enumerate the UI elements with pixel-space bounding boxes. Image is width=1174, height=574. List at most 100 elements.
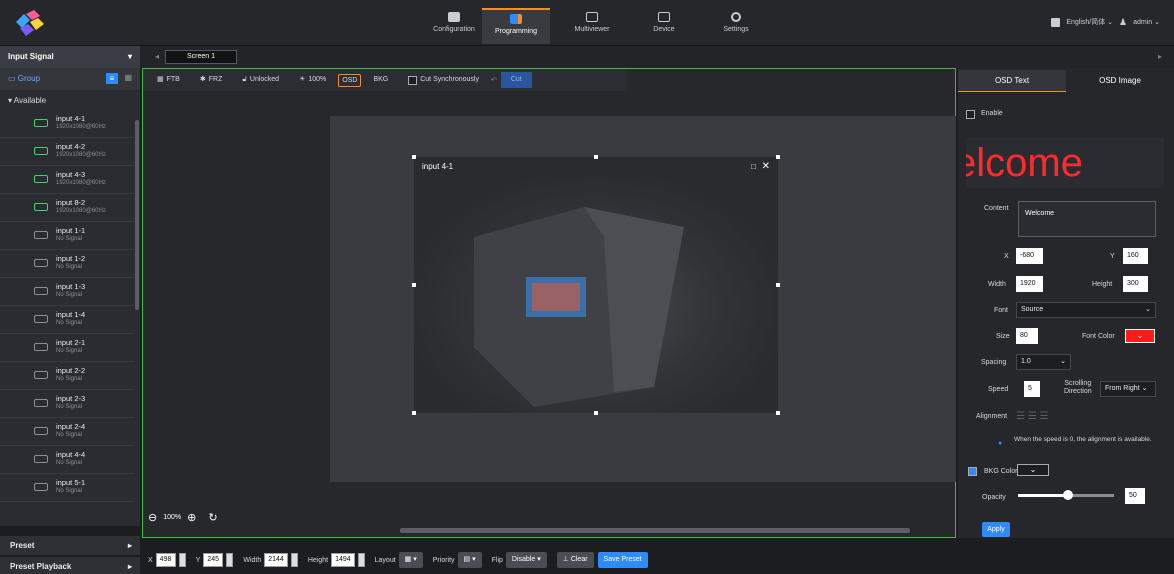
input-source-item[interactable]: input 4-1 1920x1080@60Hz: [0, 110, 134, 138]
nav-tab-multiviewer[interactable]: Multiviewer: [558, 8, 626, 44]
input-source-item[interactable]: input 2-1 No Signal: [0, 334, 134, 362]
input-source-status: 1920x1080@60Hz: [56, 180, 106, 186]
save-preset-button[interactable]: Save Preset: [597, 552, 648, 568]
resize-handle[interactable]: [776, 283, 780, 287]
grid-view-icon[interactable]: ▦: [124, 73, 132, 82]
input-source-item[interactable]: input 4-3 1920x1080@60Hz: [0, 166, 134, 194]
resize-handle[interactable]: [412, 411, 416, 415]
input-source-name: input 4-2: [56, 142, 86, 151]
input-source-item[interactable]: input 1-3 No Signal: [0, 278, 134, 306]
chevron-down-icon: ⌄: [1145, 306, 1151, 313]
x-input[interactable]: 498: [155, 553, 176, 567]
input-source-item[interactable]: input 4-2 1920x1080@60Hz: [0, 138, 134, 166]
resize-handle[interactable]: [776, 155, 780, 159]
resize-handle[interactable]: [412, 155, 416, 159]
available-group[interactable]: ▾ Available: [0, 94, 140, 108]
tab-osd-text[interactable]: OSD Text: [958, 70, 1066, 92]
list-view-icon[interactable]: ≡: [106, 73, 118, 84]
alignment-buttons[interactable]: ☰ ☰ ☰: [1016, 411, 1048, 422]
tab-osd-image[interactable]: OSD Image: [1066, 70, 1174, 92]
osd-x-input[interactable]: -680: [1016, 248, 1043, 264]
group-header[interactable]: ▭ Group ≡ ▦: [0, 68, 140, 90]
height-stepper[interactable]: [357, 553, 365, 567]
cut-button[interactable]: Cut: [500, 72, 532, 88]
input-source-name: input 4-3: [56, 170, 86, 179]
tab-screen-1[interactable]: Screen 1: [165, 50, 237, 64]
language-select[interactable]: English/简体 ⌄: [1066, 17, 1113, 27]
maximize-icon[interactable]: □: [751, 162, 756, 171]
width-input[interactable]: 2144: [264, 553, 288, 567]
enable-checkbox[interactable]: [966, 110, 975, 119]
snowflake-icon: ✱: [199, 76, 206, 83]
apply-button[interactable]: Apply: [982, 522, 1010, 537]
close-icon[interactable]: ✕: [762, 161, 770, 172]
content-label: Content: [984, 205, 1009, 212]
font-color-picker[interactable]: ⌄: [1125, 329, 1155, 343]
nav-tab-device[interactable]: Device: [630, 8, 698, 44]
zoom-in-icon[interactable]: ⊕: [187, 511, 196, 524]
input-source-item[interactable]: input 4-4 No Signal: [0, 446, 134, 474]
bkg-color-checkbox[interactable]: [968, 467, 977, 476]
user-menu[interactable]: admin ⌄: [1133, 18, 1160, 26]
input-signal-header[interactable]: Input Signal ▾: [0, 46, 140, 68]
left-scrollbar[interactable]: [135, 120, 139, 310]
resize-handle[interactable]: [594, 411, 598, 415]
osd-y-input[interactable]: 160: [1123, 248, 1148, 264]
settings-gear-icon: [731, 12, 741, 22]
cut-synchronously-toggle[interactable]: Cut Synchronously: [400, 72, 487, 88]
chevron-down-icon: ⌄: [1060, 358, 1066, 365]
bkg-button[interactable]: BKG: [365, 72, 396, 88]
frz-button[interactable]: ✱ FRZ: [192, 72, 230, 88]
opacity-input[interactable]: 50: [1125, 488, 1145, 504]
flip-select[interactable]: Disable ▾: [505, 552, 547, 568]
y-label: Y: [1110, 253, 1115, 260]
input-source-item[interactable]: input 5-1 No Signal: [0, 474, 134, 502]
nav-tab-configuration[interactable]: Configuration: [420, 8, 488, 44]
ftb-button[interactable]: ▦ FTB: [149, 72, 188, 88]
zoom-out-icon[interactable]: ⊖: [148, 511, 157, 524]
bkg-color-picker[interactable]: ⌄: [1017, 464, 1049, 476]
font-select[interactable]: Source ⌄: [1016, 302, 1156, 318]
input-source-item[interactable]: input 1-4 No Signal: [0, 306, 134, 334]
brightness-button[interactable]: ☀ 100%: [291, 72, 334, 88]
nav-tab-settings[interactable]: Settings: [702, 8, 770, 44]
input-source-status: No Signal: [56, 320, 83, 326]
width-stepper[interactable]: [290, 553, 298, 567]
font-size-input[interactable]: 80: [1016, 328, 1038, 344]
osd-button[interactable]: OSD: [338, 73, 362, 87]
speed-input[interactable]: 5: [1024, 381, 1040, 397]
reset-zoom-icon[interactable]: ↻: [208, 511, 217, 524]
canvas-horizontal-scrollbar[interactable]: [400, 528, 910, 533]
resize-handle[interactable]: [412, 283, 416, 287]
spacing-select[interactable]: 1.0 ⌄: [1016, 354, 1071, 370]
resize-handle[interactable]: [594, 155, 598, 159]
window-title-bar[interactable]: input 4-1 □ ✕: [414, 157, 778, 177]
input-source-item[interactable]: input 2-3 No Signal: [0, 390, 134, 418]
priority-dropdown[interactable]: ▤ ▾: [457, 552, 482, 568]
clear-button[interactable]: ⊥ Clear: [556, 552, 594, 568]
osd-height-input[interactable]: 300: [1123, 276, 1148, 292]
preset-playback-section[interactable]: Preset Playback ▸: [0, 557, 140, 574]
resize-handle[interactable]: [776, 411, 780, 415]
save-icon[interactable]: [1051, 17, 1061, 27]
input-source-item[interactable]: input 2-2 No Signal: [0, 362, 134, 390]
lock-button[interactable]: 🔓︎ Unlocked: [234, 72, 287, 88]
preset-section[interactable]: Preset ▸: [0, 536, 140, 555]
input-source-item[interactable]: input 1-1 No Signal: [0, 222, 134, 250]
layout-dropdown[interactable]: ▦ ▾: [398, 552, 423, 568]
x-stepper[interactable]: [178, 553, 186, 567]
tab-scroll-right-icon[interactable]: ▸: [1158, 52, 1162, 61]
undo-icon[interactable]: ↶: [491, 76, 497, 84]
content-textarea[interactable]: Welcome: [1018, 201, 1156, 237]
tab-scroll-left-icon[interactable]: ◂: [155, 52, 159, 61]
opacity-slider-handle[interactable]: [1063, 490, 1073, 500]
height-input[interactable]: 1494: [331, 553, 355, 567]
nav-tab-programming[interactable]: Programming: [482, 8, 550, 44]
osd-width-input[interactable]: 1920: [1016, 276, 1043, 292]
input-source-item[interactable]: input 2-4 No Signal: [0, 418, 134, 446]
y-input[interactable]: 245: [203, 553, 224, 567]
input-source-item[interactable]: input 8-2 1920x1080@60Hz: [0, 194, 134, 222]
input-source-item[interactable]: input 1-2 No Signal: [0, 250, 134, 278]
y-stepper[interactable]: [226, 553, 234, 567]
scrolling-direction-select[interactable]: From Right ⌄: [1100, 381, 1156, 397]
